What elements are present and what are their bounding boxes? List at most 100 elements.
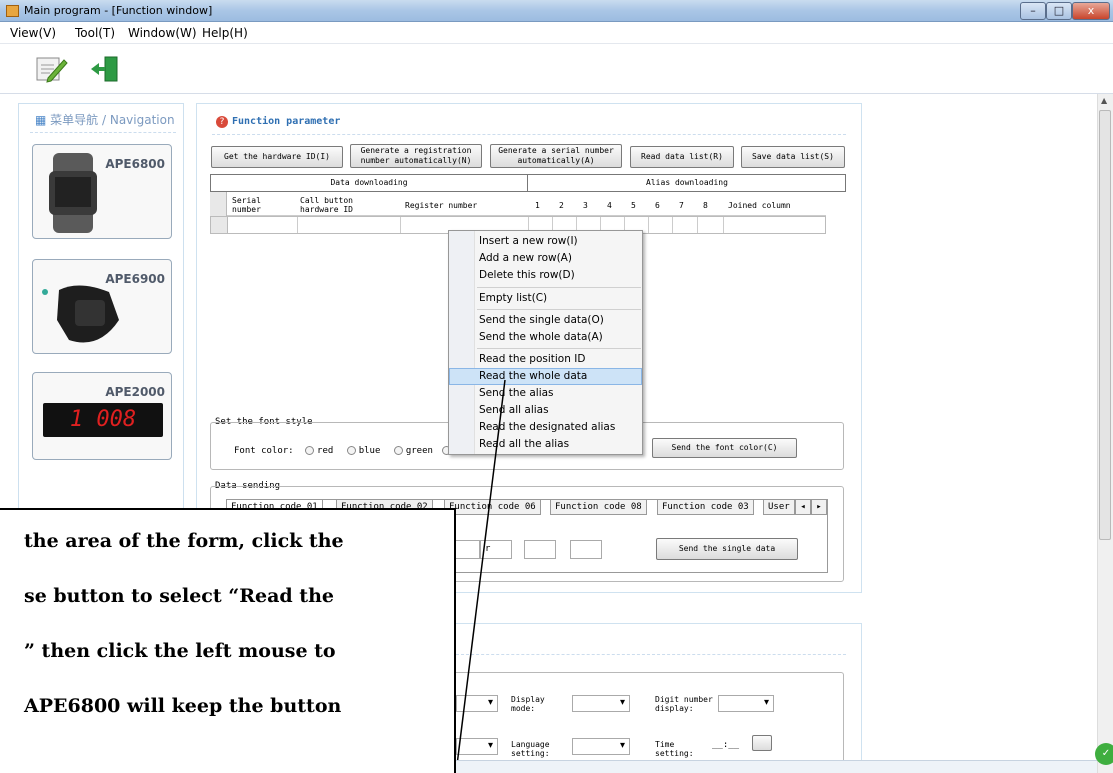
menu-separator: [477, 348, 641, 349]
info-icon: ?: [216, 116, 228, 128]
menu-view[interactable]: View(V): [10, 26, 56, 40]
field-input[interactable]: [524, 540, 556, 559]
product-label: APE2000: [105, 385, 165, 399]
menu-window[interactable]: Window(W): [128, 26, 197, 40]
column-header[interactable]: 7: [679, 201, 684, 210]
status-bar: [456, 760, 1097, 773]
callout-line: ” then click the left mouse to: [24, 640, 336, 662]
combo-box[interactable]: [456, 695, 498, 712]
column-header[interactable]: Call button hardware ID: [300, 196, 390, 214]
toolbar: [0, 44, 1113, 94]
callout-line: se button to select “Read the: [24, 585, 334, 607]
grid-icon: ▦: [35, 113, 47, 127]
tab-function-code-06[interactable]: Function code 06: [444, 499, 541, 515]
time-label: Time setting:: [655, 740, 694, 758]
menu-separator: [477, 287, 641, 288]
menu-separator: [477, 309, 641, 310]
watch-icon: [49, 153, 97, 233]
column-header[interactable]: 8: [703, 201, 708, 210]
menu-send-whole-data[interactable]: Send the whole data(A): [449, 329, 642, 346]
generate-serial-button[interactable]: Generate a serial number automatically(A…: [490, 144, 622, 168]
menu-bar: View(V) Tool(T) Window(W) Help(H): [0, 22, 1113, 44]
divider: [212, 134, 846, 135]
app-icon: [6, 5, 19, 17]
scroll-up-icon[interactable]: ▲: [1101, 96, 1107, 105]
menu-empty-list[interactable]: Empty list(C): [449, 290, 642, 307]
window-title: Main program - [Function window]: [24, 4, 213, 17]
column-header[interactable]: Register number: [405, 201, 477, 210]
context-menu: Insert a new row(I) Add a new row(A) Del…: [448, 230, 643, 455]
radio-blue[interactable]: [346, 446, 356, 455]
font-color-row: Font color: red blue green: [234, 446, 454, 456]
menu-read-all-alias[interactable]: Read all the alias: [449, 436, 642, 453]
menu-read-position-id[interactable]: Read the position ID: [449, 351, 642, 368]
title-bar: Main program - [Function window] – □ x: [0, 0, 1113, 22]
generate-registration-button[interactable]: Generate a registration number automatic…: [350, 144, 482, 168]
display-mode-select[interactable]: [572, 695, 630, 712]
column-header[interactable]: 4: [607, 201, 612, 210]
close-button[interactable]: x: [1072, 2, 1110, 20]
tab-function-code-08[interactable]: Function code 08: [550, 499, 647, 515]
product-ape6800[interactable]: APE6800: [32, 144, 172, 239]
led-display: 1 008: [43, 403, 163, 437]
tab-scroll-right-icon[interactable]: ▸: [811, 499, 827, 515]
menu-tool[interactable]: Tool(T): [75, 26, 115, 40]
time-value[interactable]: __:__: [712, 740, 739, 750]
product-ape2000[interactable]: APE2000 1 008: [32, 372, 172, 460]
menu-send-single-data[interactable]: Send the single data(O): [449, 312, 642, 329]
radio-red[interactable]: [305, 446, 315, 455]
grid-section-header: Data downloading Alias downloading: [210, 174, 846, 192]
column-header[interactable]: Serial number: [232, 196, 292, 214]
product-ape6900[interactable]: APE6900: [32, 259, 172, 354]
time-spin-button[interactable]: [752, 735, 772, 751]
column-header[interactable]: Joined column: [728, 201, 791, 210]
product-label: APE6800: [105, 157, 165, 171]
assistant-icon[interactable]: ✓: [1095, 743, 1113, 765]
exit-door-icon[interactable]: [88, 52, 122, 86]
row-selector-header[interactable]: [210, 192, 227, 216]
menu-insert-row[interactable]: Insert a new row(I): [449, 233, 642, 250]
combo-box[interactable]: [456, 738, 498, 755]
menu-send-all-alias[interactable]: Send all alias: [449, 402, 642, 419]
menu-read-whole-data[interactable]: Read the whole data: [449, 368, 642, 385]
column-header[interactable]: 1: [535, 201, 540, 210]
navigation-title: ▦ 菜单导航 / Navigation: [35, 113, 175, 127]
get-hardware-id-button[interactable]: Get the hardware ID(I): [211, 146, 343, 168]
radio-green[interactable]: [393, 446, 403, 455]
menu-add-row[interactable]: Add a new row(A): [449, 250, 642, 267]
maximize-button[interactable]: □: [1046, 2, 1072, 20]
callout-line: APE6800 will keep the button: [24, 695, 342, 717]
tab-function-code-03[interactable]: Function code 03: [657, 499, 754, 515]
menu-read-designated-alias[interactable]: Read the designated alias: [449, 419, 642, 436]
language-label: Language setting:: [511, 740, 550, 758]
menu-help[interactable]: Help(H): [202, 26, 248, 40]
send-font-color-button[interactable]: Send the font color(C): [652, 438, 797, 458]
alias-downloading-header: Alias downloading: [646, 178, 728, 187]
tab-user[interactable]: User: [763, 499, 795, 515]
data-downloading-header: Data downloading: [330, 178, 408, 187]
digit-number-select[interactable]: [718, 695, 774, 712]
column-header[interactable]: 2: [559, 201, 564, 210]
font-color-label: Font color:: [234, 446, 294, 456]
column-header[interactable]: 6: [655, 201, 660, 210]
column-header[interactable]: 3: [583, 201, 588, 210]
menu-delete-row[interactable]: Delete this row(D): [449, 267, 642, 284]
band-icon: [42, 285, 119, 343]
tab-scroll-left-icon[interactable]: ◂: [795, 499, 811, 515]
minimize-button[interactable]: –: [1020, 2, 1046, 20]
menu-send-alias[interactable]: Send the alias: [449, 385, 642, 402]
read-data-list-button[interactable]: Read data list(R): [630, 146, 734, 168]
scrollbar-thumb[interactable]: [1099, 110, 1111, 540]
grid-column-header: Serial number Call button hardware ID Re…: [210, 192, 826, 216]
column-header[interactable]: 5: [631, 201, 636, 210]
send-single-data-button[interactable]: Send the single data: [656, 538, 798, 560]
callout-line: the area of the form, click the: [24, 530, 344, 552]
function-title: Function parameter: [232, 116, 341, 127]
divider: [456, 654, 846, 655]
language-select[interactable]: [572, 738, 630, 755]
save-data-list-button[interactable]: Save data list(S): [741, 146, 845, 168]
digit-number-label: Digit number display:: [655, 695, 713, 713]
field-input[interactable]: [570, 540, 602, 559]
field-input[interactable]: r: [480, 540, 512, 559]
edit-icon[interactable]: [34, 52, 68, 86]
